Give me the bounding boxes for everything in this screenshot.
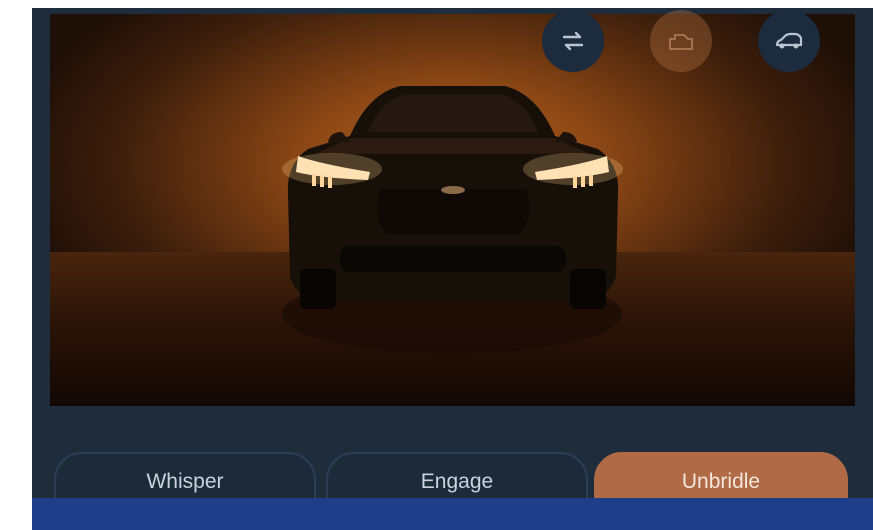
reset-button[interactable]: [542, 10, 604, 72]
mode-whisper-label: Whisper: [146, 470, 224, 493]
mode-engage-label: Engage: [420, 470, 494, 493]
car-icon: [775, 32, 803, 49]
bottom-bar: [32, 498, 873, 530]
engine-icon: [669, 34, 693, 50]
drive-mode-screen: Whisper Engage Unbridle: [32, 8, 873, 530]
reset-icon: [562, 31, 584, 51]
mode-unbridle-label: Unbridle: [681, 470, 761, 493]
car-view-button[interactable]: [758, 10, 820, 72]
car-front-image: [282, 86, 623, 354]
engine-button[interactable]: [650, 10, 712, 72]
vehicle-hero-image: [50, 14, 855, 406]
